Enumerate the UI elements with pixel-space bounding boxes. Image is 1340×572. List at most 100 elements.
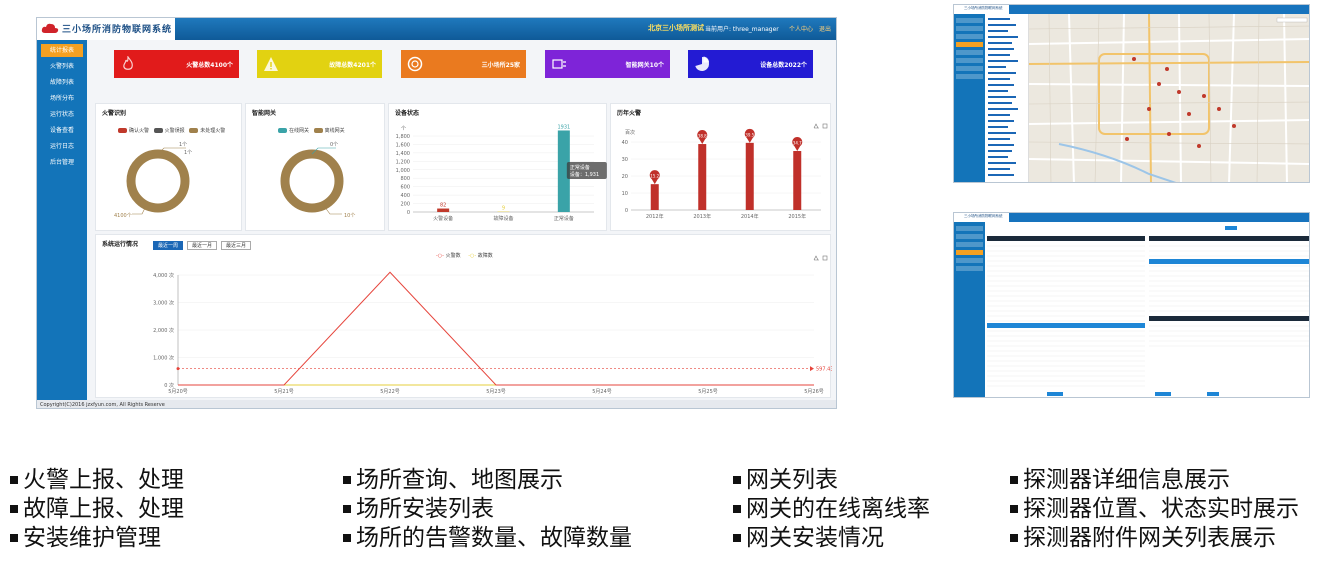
device-status-chart: 个 0 200 400 600 800 1,000 1,200 1,400 1,600 1,800 8…	[396, 124, 607, 222]
sidebar-item-fire-list[interactable]: 火警列表	[41, 60, 83, 73]
donut-slice-offline[interactable]	[280, 149, 344, 213]
data-label: 15.2	[650, 174, 659, 179]
caption-item: 场所的告警数量、故障数量	[343, 524, 632, 553]
sidebar: 统计报表 火警列表 故障列表 场所分布 运行状态 设备查看 运行日志 后台管理	[37, 40, 87, 400]
list-screenshot-thumbnail: 三小场所消防物联网系统	[953, 212, 1310, 398]
sidebar-item-devices[interactable]: 设备查看	[41, 124, 83, 137]
range-week-button[interactable]: 最近一周	[153, 241, 184, 250]
history-bar[interactable]	[745, 142, 754, 210]
caption-item: 探测器详细信息展示	[1010, 466, 1299, 495]
caption-item: 网关的在线离线率	[733, 495, 930, 524]
y-tick-label: 1,600	[396, 142, 410, 148]
caption-item: 火警上报、处理	[10, 466, 184, 495]
sidebar-item-reports[interactable]: 统计报表	[41, 44, 83, 57]
tooltip-title: 正常设备	[570, 164, 590, 171]
stat-card-gateways[interactable]: 智能网关10个	[545, 50, 670, 78]
x-tick-label: 正常设备	[554, 215, 574, 222]
cloud-logo-icon	[41, 23, 59, 33]
panel-title: 系统运行情况	[102, 241, 139, 248]
y-tick-label: 1,000 次	[153, 355, 174, 362]
y-tick-label: 30	[622, 157, 628, 163]
x-tick-label: 2014年	[741, 213, 759, 220]
history-bar[interactable]	[650, 184, 659, 210]
donut-slice-unhandled[interactable]	[126, 149, 190, 213]
panel-device-status: 设备状态 个 0 200 400 600 800 1,000 1,200 1,400 1,600 1…	[388, 103, 607, 231]
sidebar-item-site-map[interactable]: 场所分布	[41, 92, 83, 105]
panel-system-run: 系统运行情况 最近一周 最近一月 最近三月 -○- 火警数 -○- 故障数 0 …	[95, 234, 832, 398]
caption-item: 安装维护管理	[10, 524, 184, 553]
panel-fire-recognition: 火警识别 确认火警 火警误报 未处理火警 1个 1个 4100个	[95, 103, 242, 231]
caption-item: 网关列表	[733, 466, 930, 495]
pie-icon	[695, 56, 710, 71]
range-month-button[interactable]: 最近一月	[187, 241, 218, 250]
restore-icon[interactable]	[813, 255, 819, 261]
label-offline: 10个	[344, 213, 355, 219]
y-tick-label: 0	[625, 208, 628, 214]
stat-card-fire[interactable]: 火警总数4100个	[114, 50, 239, 78]
label-confirmed: 1个	[179, 142, 187, 148]
save-image-icon[interactable]	[822, 255, 828, 261]
current-user: 当前用户: three_manager	[705, 26, 779, 33]
stat-card-sites[interactable]: 三小场所25家	[401, 50, 526, 78]
thumb-site-list	[985, 14, 1029, 182]
legend-fault-count[interactable]: -○- 故障数	[468, 253, 493, 259]
fire-icon	[123, 56, 133, 70]
caption-item: 场所查询、地图展示	[343, 466, 632, 495]
data-label: 39.5	[745, 132, 754, 137]
profile-link[interactable]: 个人中心	[789, 24, 813, 33]
stat-card-devices[interactable]: 设备总数2022个	[688, 50, 813, 78]
data-label: 82	[440, 203, 446, 209]
sidebar-item-run-status[interactable]: 运行状态	[41, 108, 83, 121]
gateway-icon	[552, 59, 566, 69]
thumb-title: 三小场所消防物联网系统	[964, 214, 1003, 218]
tooltip-text: 设备：1,931	[570, 171, 599, 178]
range-quarter-button[interactable]: 最近三月	[221, 241, 252, 250]
stat-label: 火警总数4100个	[186, 62, 233, 69]
stat-card-fault[interactable]: 故障总数4201个	[257, 50, 382, 78]
y-tick-label: 1,000	[396, 168, 410, 174]
y-tick-label: 200	[400, 202, 410, 208]
y-tick-label: 1,200	[396, 159, 410, 165]
y-tick-label: 400	[400, 193, 410, 199]
average-arrow	[810, 366, 814, 372]
system-run-chart: 0 次 1,000 次 2,000 次 3,000 次 4,000 次 5月20号 5月21…	[153, 271, 832, 395]
caption-item: 故障上报、处理	[10, 495, 184, 524]
data-label: 9	[502, 206, 505, 212]
warning-icon	[264, 57, 278, 71]
data-label: 34.7	[793, 141, 802, 146]
legend-fire-count[interactable]: -○- 火警数	[436, 253, 461, 259]
dashboard-window: 三小场所消防物联网系统 北京三小场所测试 当前用户: three_manager…	[36, 17, 837, 409]
main-content: 火警总数4100个 故障总数4201个 三小场所25家 智能网关10个 设备总数…	[87, 40, 836, 400]
y-tick-label: 2,000 次	[153, 327, 174, 334]
y-tick-label: 800	[400, 176, 410, 182]
panel-history-fire: 历年火警 百次 0 10 20 30 40 15.2 2012年 38.8 2013年 39.5 20…	[610, 103, 831, 231]
sidebar-item-admin[interactable]: 后台管理	[41, 156, 83, 169]
x-tick-label: 5月26号	[804, 389, 824, 395]
y-axis-unit: 个	[401, 126, 406, 132]
sidebar-item-logs[interactable]: 运行日志	[41, 140, 83, 153]
y-tick-label: 0	[407, 210, 410, 216]
sidebar-item-fault-list[interactable]: 故障列表	[41, 76, 83, 89]
stat-label: 故障总数4201个	[329, 62, 376, 69]
history-bar[interactable]	[698, 144, 707, 210]
map-view[interactable]	[1029, 14, 1310, 183]
data-label: 38.8	[698, 134, 707, 139]
y-tick-label: 4,000 次	[153, 272, 174, 279]
building-icon	[407, 56, 423, 72]
label-online: 0个	[330, 142, 338, 148]
history-bar[interactable]	[793, 151, 802, 210]
current-place: 北京三小场所测试	[648, 24, 704, 32]
panel-title: 火警识别	[102, 110, 127, 117]
device-bar[interactable]	[437, 208, 450, 212]
y-tick-label: 3,000 次	[153, 300, 174, 307]
fire-count-line[interactable]	[178, 271, 814, 386]
x-tick-label: 5月22号	[380, 389, 400, 395]
logout-link[interactable]: 退出	[819, 24, 831, 33]
average-label: 597.43	[816, 367, 832, 373]
x-tick-label: 5月20号	[168, 389, 188, 395]
panel-title: 智能网关	[252, 110, 277, 117]
system-legend: -○- 火警数 -○- 故障数	[436, 252, 493, 259]
x-tick-label: 5月24号	[592, 389, 612, 395]
chart-toolbox	[813, 255, 828, 261]
caption-column-2: 场所查询、地图展示 场所安装列表 场所的告警数量、故障数量	[343, 466, 632, 553]
